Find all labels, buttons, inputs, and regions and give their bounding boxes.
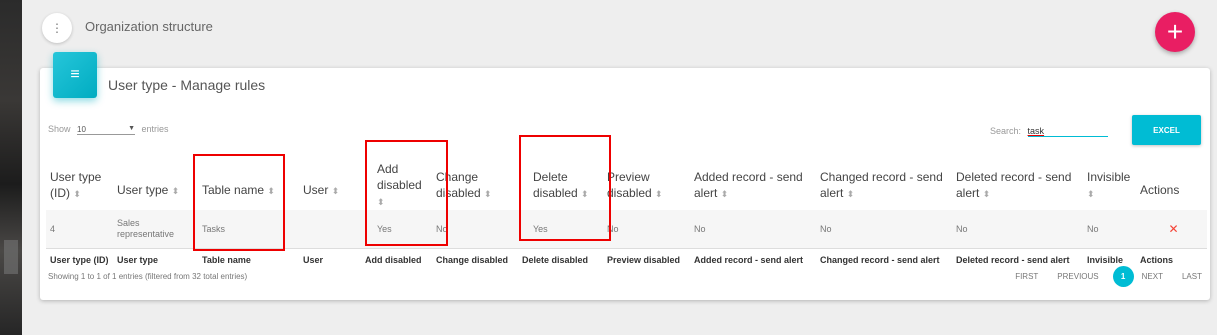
column-header[interactable]: Changed record - send alert ⬍ (816, 160, 952, 210)
cell-change-disabled: No (432, 210, 518, 249)
next-page-link[interactable]: NEXT (1142, 272, 1163, 281)
more-menu-icon[interactable]: ⋮ (42, 13, 72, 43)
caret-down-icon: ▼ (128, 125, 136, 132)
footer-cell: Preview disabled (603, 248, 690, 271)
column-header[interactable]: Added record - send alert ⬍ (690, 160, 816, 210)
previous-page-link[interactable]: PREVIOUS (1057, 272, 1098, 281)
sort-icon: ⬍ (267, 185, 275, 196)
column-header[interactable]: User type ⬍ (113, 160, 198, 210)
cell-id: 4 (46, 210, 113, 249)
footer-cell: Delete disabled (518, 248, 603, 271)
sort-icon: ⬍ (73, 188, 81, 199)
footer-cell: User type (ID) (46, 248, 113, 271)
card-title: User type - Manage rules (108, 77, 266, 93)
current-page-button[interactable]: 1 (1112, 266, 1134, 287)
footer-cell: Change disabled (432, 248, 518, 271)
last-page-link[interactable]: LAST (1182, 272, 1202, 281)
entries-label: entries (141, 124, 169, 134)
column-header[interactable]: Deleted record - send alert ⬍ (952, 160, 1083, 210)
sort-icon: ⬍ (484, 188, 492, 199)
footer-cell: User type (113, 248, 198, 271)
entries-value: 10 (77, 125, 86, 134)
cell-user (299, 210, 361, 249)
add-button[interactable]: + (1155, 12, 1195, 52)
sort-icon: ⬍ (377, 196, 385, 207)
footer-cell: Added record - send alert (690, 248, 816, 271)
show-label: Show (48, 124, 71, 134)
rules-card: ≡ User type - Manage rules Show 10 ▼ entr… (40, 52, 1210, 300)
footer-cell: Add disabled (361, 248, 432, 271)
first-page-link[interactable]: FIRST (1015, 272, 1038, 281)
table-header-row: User type (ID) ⬍ User type ⬍ Table name ⬍… (46, 160, 1207, 210)
excel-export-button[interactable]: EXCEL (1132, 115, 1201, 145)
cell-table-name: Tasks (198, 210, 299, 249)
edge-notch (4, 240, 18, 274)
sort-icon: ⬍ (331, 185, 340, 196)
cell-add-disabled: Yes (361, 210, 432, 249)
search-control: Search: task (990, 126, 1108, 137)
delete-icon[interactable]: ✕ (1136, 210, 1207, 249)
entries-length-control: Show 10 ▼ entries (48, 124, 169, 135)
footer-cell: Changed record - send alert (816, 248, 952, 271)
column-header[interactable]: User type (ID) ⬍ (46, 160, 113, 210)
sort-icon: ⬍ (720, 188, 729, 199)
sort-icon: ⬍ (581, 188, 589, 199)
column-header[interactable]: Preview disabled ⬍ (603, 160, 690, 210)
cell-deleted-alert: No (952, 210, 1083, 249)
cell-added-alert: No (690, 210, 816, 249)
cell-preview-disabled: No (603, 210, 690, 249)
rules-table: User type (ID) ⬍ User type ⬍ Table name ⬍… (46, 160, 1207, 271)
column-header[interactable]: Change disabled ⬍ (432, 160, 518, 210)
footer-cell: User (299, 248, 361, 271)
column-header: Actions (1140, 183, 1180, 197)
sort-icon: ⬍ (655, 188, 663, 199)
cell-delete-disabled: Yes (518, 210, 603, 249)
cell-user-type: Sales representative (113, 210, 198, 249)
column-header[interactable]: User ⬍ (299, 160, 361, 210)
sort-icon: ⬍ (1087, 188, 1095, 199)
table-info: Showing 1 to 1 of 1 entries (filtered fr… (48, 272, 248, 281)
left-edge-background (0, 0, 22, 335)
sort-icon: ⬍ (171, 185, 180, 196)
page-title: Organization structure (85, 19, 213, 34)
column-header[interactable]: Invisible ⬍ (1083, 160, 1136, 210)
sort-icon: ⬍ (846, 188, 855, 199)
column-header[interactable]: Add disabled ⬍ (361, 160, 432, 210)
table-row[interactable]: 4 Sales representative Tasks Yes No Yes N… (46, 210, 1207, 249)
column-header[interactable]: Delete disabled ⬍ (518, 160, 603, 210)
plus-icon: + (1166, 16, 1184, 47)
list-icon: ≡ (53, 52, 97, 98)
search-label: Search: (990, 126, 1022, 136)
sort-icon: ⬍ (982, 188, 991, 199)
entries-select[interactable]: 10 ▼ (77, 125, 136, 135)
column-header[interactable]: Table name ⬍ (198, 160, 299, 210)
pagination: FIRST PREVIOUS 1 NEXT LAST (996, 266, 1202, 287)
cell-invisible: No (1083, 210, 1136, 249)
search-input[interactable]: task (1027, 126, 1108, 137)
footer-cell: Table name (198, 248, 299, 271)
cell-changed-alert: No (816, 210, 952, 249)
